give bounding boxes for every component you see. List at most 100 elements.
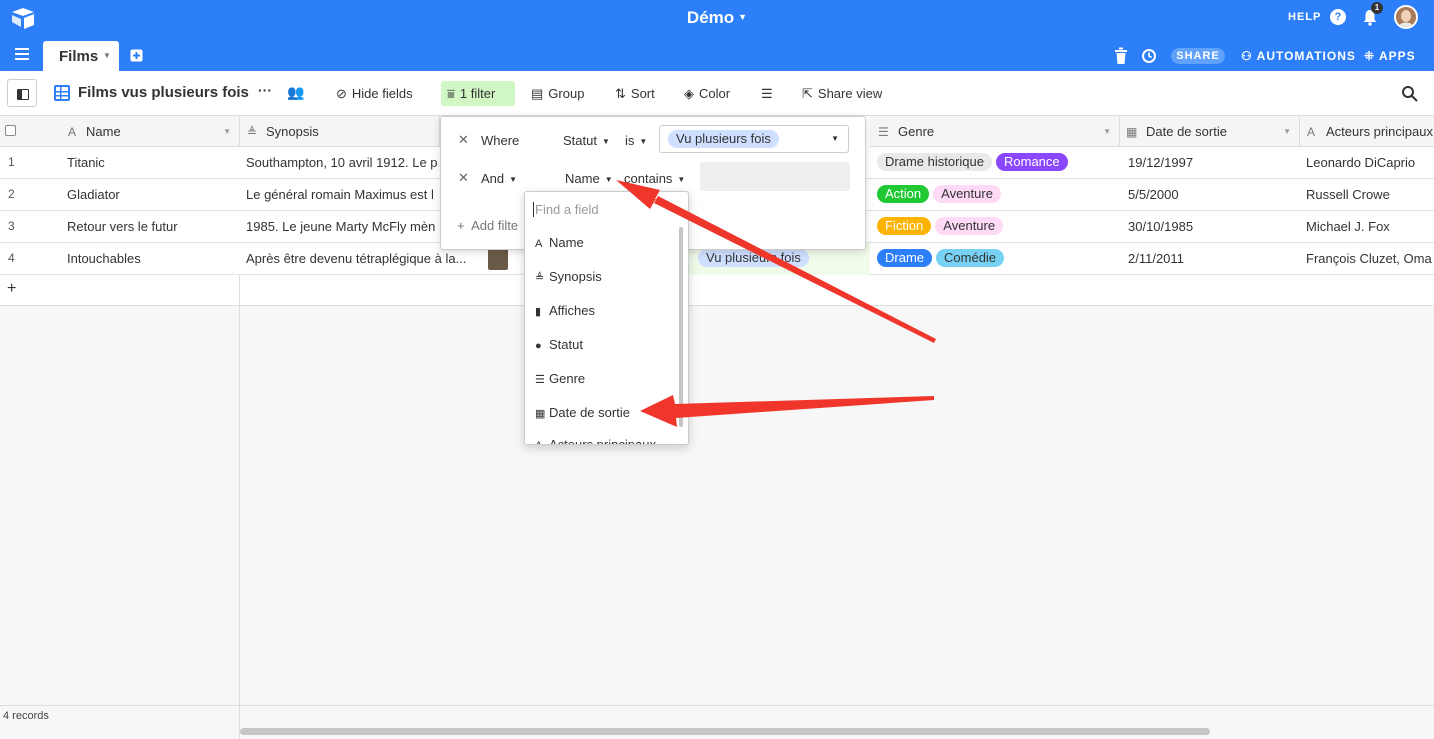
remove-filter-icon[interactable]: ✕ bbox=[458, 170, 469, 186]
plus-icon: + bbox=[457, 218, 465, 233]
cell-synopsis[interactable]: Southampton, 10 avril 1912. Le p bbox=[246, 147, 440, 179]
filter-operator-select[interactable]: contains ▼ bbox=[624, 171, 685, 186]
sort-label: Sort bbox=[630, 86, 655, 101]
genre-pill: Aventure bbox=[933, 185, 1001, 203]
select-all-checkbox[interactable] bbox=[5, 125, 16, 136]
field-option-acteurs[interactable]: AActeurs principaux bbox=[535, 437, 656, 444]
cell-name[interactable]: Retour vers le futur bbox=[67, 211, 178, 243]
date-icon: ▦ bbox=[1126, 125, 1138, 139]
tab-films-label[interactable]: Films bbox=[59, 48, 98, 65]
apps-label: APPS bbox=[1378, 49, 1416, 63]
sort-button[interactable]: ⇅ Sort bbox=[609, 81, 661, 106]
view-name[interactable]: Films vus plusieurs fois bbox=[78, 84, 249, 101]
cell-date[interactable]: 2/11/2011 bbox=[1128, 243, 1184, 275]
cell-genre[interactable]: Drame historique Romance bbox=[877, 147, 1072, 179]
row-height-button[interactable]: ☰ bbox=[755, 81, 784, 106]
horizontal-scrollbar[interactable] bbox=[240, 728, 1210, 735]
field-option-synopsis[interactable]: ≜ Synopsis bbox=[535, 269, 602, 284]
add-row-strip[interactable] bbox=[240, 275, 1434, 306]
notification-badge: 1 bbox=[1371, 2, 1383, 14]
trash-icon[interactable] bbox=[1115, 47, 1127, 65]
row-height-icon: ☰ bbox=[761, 86, 773, 101]
collaborative-view-icon[interactable]: 👥 bbox=[287, 84, 304, 101]
chevron-down-icon[interactable]: ▼ bbox=[738, 12, 747, 22]
cell-date[interactable]: 30/10/1985 bbox=[1128, 211, 1193, 243]
chevron-down-icon: ▼ bbox=[509, 175, 518, 184]
genre-pill: Comédie bbox=[936, 249, 1005, 267]
genre-pill: Romance bbox=[996, 153, 1068, 171]
avatar[interactable] bbox=[1394, 5, 1418, 29]
search-icon[interactable] bbox=[1401, 85, 1418, 102]
cell-name[interactable]: Titanic bbox=[67, 147, 105, 179]
remove-filter-icon[interactable]: ✕ bbox=[458, 132, 469, 148]
filter-conjunction-select[interactable]: And ▼ bbox=[481, 171, 517, 186]
add-row-button[interactable]: + bbox=[0, 275, 240, 306]
cell-date[interactable]: 5/5/2000 bbox=[1128, 179, 1179, 211]
field-option-genre[interactable]: ☰ Genre bbox=[535, 371, 585, 386]
history-icon[interactable] bbox=[1141, 47, 1156, 65]
field-option-date-de-sortie[interactable]: ▦ Date de sortie bbox=[535, 405, 630, 420]
chevron-down-icon[interactable]: ▼ bbox=[223, 127, 231, 136]
cell-name[interactable]: Intouchables bbox=[67, 243, 141, 275]
sidebar-toggle-button[interactable] bbox=[7, 79, 37, 107]
hamburger-menu-icon[interactable] bbox=[15, 48, 29, 60]
add-table-icon[interactable] bbox=[130, 49, 143, 62]
hide-fields-button[interactable]: ⊘ Hide fields bbox=[330, 81, 419, 106]
filter-button[interactable]: ⩸ 1 filter bbox=[441, 81, 515, 106]
chevron-down-icon[interactable]: ▼ bbox=[1103, 127, 1111, 136]
automations-button[interactable]: ⚇ AUTOMATIONS bbox=[1241, 49, 1356, 63]
view-menu-button[interactable]: ··· bbox=[258, 82, 272, 98]
base-title-text[interactable]: Démo bbox=[687, 8, 734, 27]
filter-field-select[interactable]: Statut ▼ bbox=[563, 133, 610, 148]
column-header-date[interactable]: ▦ Date de sortie ▼ bbox=[1120, 116, 1300, 147]
sort-icon: ⇅ bbox=[615, 86, 626, 101]
cell-genre[interactable]: Fiction Aventure bbox=[877, 211, 1007, 243]
column-header-name[interactable]: A Name ▼ bbox=[0, 116, 240, 147]
field-option-label: Synopsis bbox=[549, 269, 602, 284]
field-option-label: Date de sortie bbox=[549, 405, 630, 420]
field-option-statut[interactable]: ● Statut bbox=[535, 337, 583, 352]
tab-films[interactable]: Films ▼ bbox=[43, 41, 119, 71]
group-button[interactable]: ▤ Group bbox=[525, 81, 590, 106]
chevron-down-icon[interactable]: ▼ bbox=[831, 134, 839, 143]
field-option-affiches[interactable]: ▮ Affiches bbox=[535, 303, 595, 318]
column-header-actors[interactable]: A Acteurs principaux bbox=[1300, 116, 1434, 147]
cell-actors[interactable]: Russell Crowe bbox=[1306, 179, 1390, 211]
poster-thumbnail[interactable] bbox=[488, 248, 508, 270]
chevron-down-icon[interactable]: ▼ bbox=[103, 51, 111, 60]
chevron-down-icon[interactable]: ▼ bbox=[1283, 127, 1291, 136]
color-button[interactable]: ◈ Color bbox=[678, 81, 736, 106]
cell-genre[interactable]: Action Aventure bbox=[877, 179, 1005, 211]
cell-actors[interactable]: François Cluzet, Oma bbox=[1306, 243, 1432, 275]
filter-value-select[interactable]: Vu plusieurs fois ▼ bbox=[659, 125, 849, 153]
chevron-down-icon: ▼ bbox=[677, 175, 686, 184]
single-select-icon: ● bbox=[535, 340, 542, 352]
text-icon: A bbox=[1307, 125, 1316, 139]
share-view-button[interactable]: ⇱ Share view bbox=[796, 81, 888, 106]
share-button[interactable]: SHARE bbox=[1171, 48, 1225, 64]
row-number: 4 bbox=[8, 251, 15, 265]
field-option-label: Genre bbox=[549, 371, 586, 386]
column-header-synopsis[interactable]: ≜ Synopsis bbox=[240, 116, 440, 147]
filter-value-input[interactable] bbox=[700, 162, 850, 191]
find-field-input[interactable]: Find a field bbox=[533, 202, 599, 217]
apps-button[interactable]: ⁜ APPS bbox=[1364, 49, 1416, 63]
filter-field-select[interactable]: Name ▼ bbox=[565, 171, 613, 186]
cell-actors[interactable]: Leonardo DiCaprio bbox=[1306, 147, 1415, 179]
help-icon[interactable]: ? bbox=[1330, 9, 1346, 25]
field-option-name[interactable]: A Name bbox=[535, 235, 584, 250]
add-filter-button[interactable]: + Add filte bbox=[457, 218, 518, 233]
help-link[interactable]: HELP bbox=[1288, 11, 1321, 23]
cell-synopsis[interactable]: 1985. Le jeune Marty McFly mèn bbox=[246, 211, 440, 243]
base-title[interactable]: Démo ▼ bbox=[0, 8, 1434, 28]
cell-name[interactable]: Gladiator bbox=[67, 179, 120, 211]
cell-actors[interactable]: Michael J. Fox bbox=[1306, 211, 1390, 243]
cell-date[interactable]: 19/12/1997 bbox=[1128, 147, 1193, 179]
field-picker-dropdown: Find a field A Name ≜ Synopsis ▮ Affiches ●… bbox=[524, 191, 689, 445]
eye-slash-icon: ⊘ bbox=[336, 86, 347, 101]
cell-genre[interactable]: Drame Comédie bbox=[877, 243, 1008, 275]
filter-operator-select[interactable]: is ▼ bbox=[625, 133, 647, 148]
cell-synopsis[interactable]: Le général romain Maximus est l bbox=[246, 179, 440, 211]
column-header-genre[interactable]: ☰ Genre ▼ bbox=[870, 116, 1120, 147]
dropdown-scrollbar[interactable] bbox=[679, 227, 683, 427]
